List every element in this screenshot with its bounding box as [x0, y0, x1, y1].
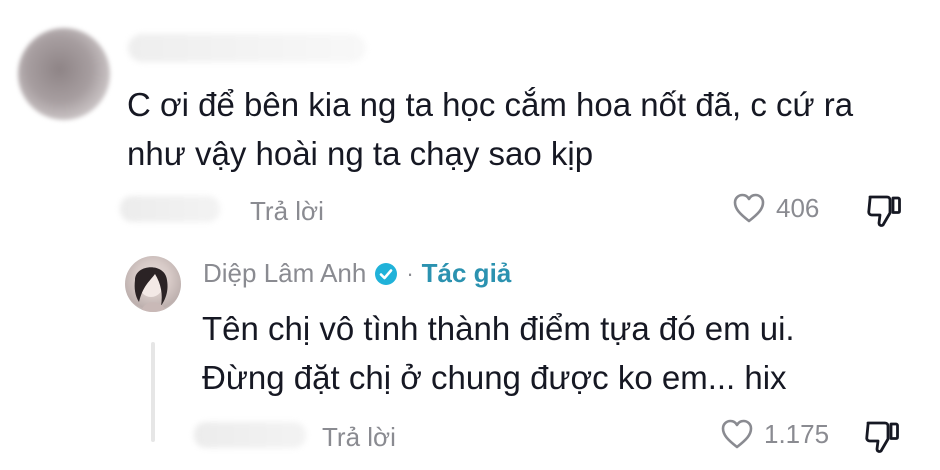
- commenter-avatar[interactable]: [18, 28, 110, 120]
- author-avatar[interactable]: [125, 256, 181, 312]
- heart-outline-icon: [721, 419, 753, 449]
- reply-reply-button[interactable]: Trả lời: [322, 422, 396, 453]
- comment-text-line-2: như vậy hoài ng ta chạy sao kịp: [127, 135, 594, 172]
- header-separator: ·: [406, 260, 414, 286]
- comment-reply-button[interactable]: Trả lời: [250, 196, 324, 227]
- author-name[interactable]: Diệp Lâm Anh: [203, 258, 366, 289]
- reply-text-line-2: Đừng đặt chị ở chung được ko em... hix: [202, 359, 787, 396]
- comment-like-count: 406: [776, 192, 820, 223]
- thread-line: [151, 342, 155, 442]
- thumbs-down-icon: [865, 421, 899, 453]
- commenter-name-blurred[interactable]: [128, 34, 366, 62]
- reply-like-count: 1.175: [764, 418, 830, 449]
- author-header: Diệp Lâm Anh · Tác giả: [203, 258, 511, 289]
- comment-date-blurred: [120, 196, 220, 222]
- reply-dislike-button[interactable]: [863, 419, 901, 460]
- thumbs-down-icon: [867, 195, 901, 227]
- author-photo: [134, 267, 168, 312]
- reply-text: Tên chị vô tình thành điểm tựa đó em ui.…: [202, 304, 902, 402]
- comment-like-button[interactable]: 406: [732, 192, 819, 224]
- comment-text-line-1: C ơi để bên kia ng ta học cắm hoa nốt đã…: [127, 86, 854, 123]
- reply-date-blurred: [194, 422, 306, 448]
- author-tag: Tác giả: [421, 258, 512, 288]
- reply-text-line-1: Tên chị vô tình thành điểm tựa đó em ui.: [202, 310, 795, 347]
- heart-outline-icon: [733, 193, 765, 223]
- comment-dislike-button[interactable]: [865, 193, 903, 234]
- verified-check-icon: [375, 262, 398, 285]
- comment-text: C ơi để bên kia ng ta học cắm hoa nốt đã…: [127, 80, 907, 178]
- reply-like-button[interactable]: 1.175: [720, 418, 829, 450]
